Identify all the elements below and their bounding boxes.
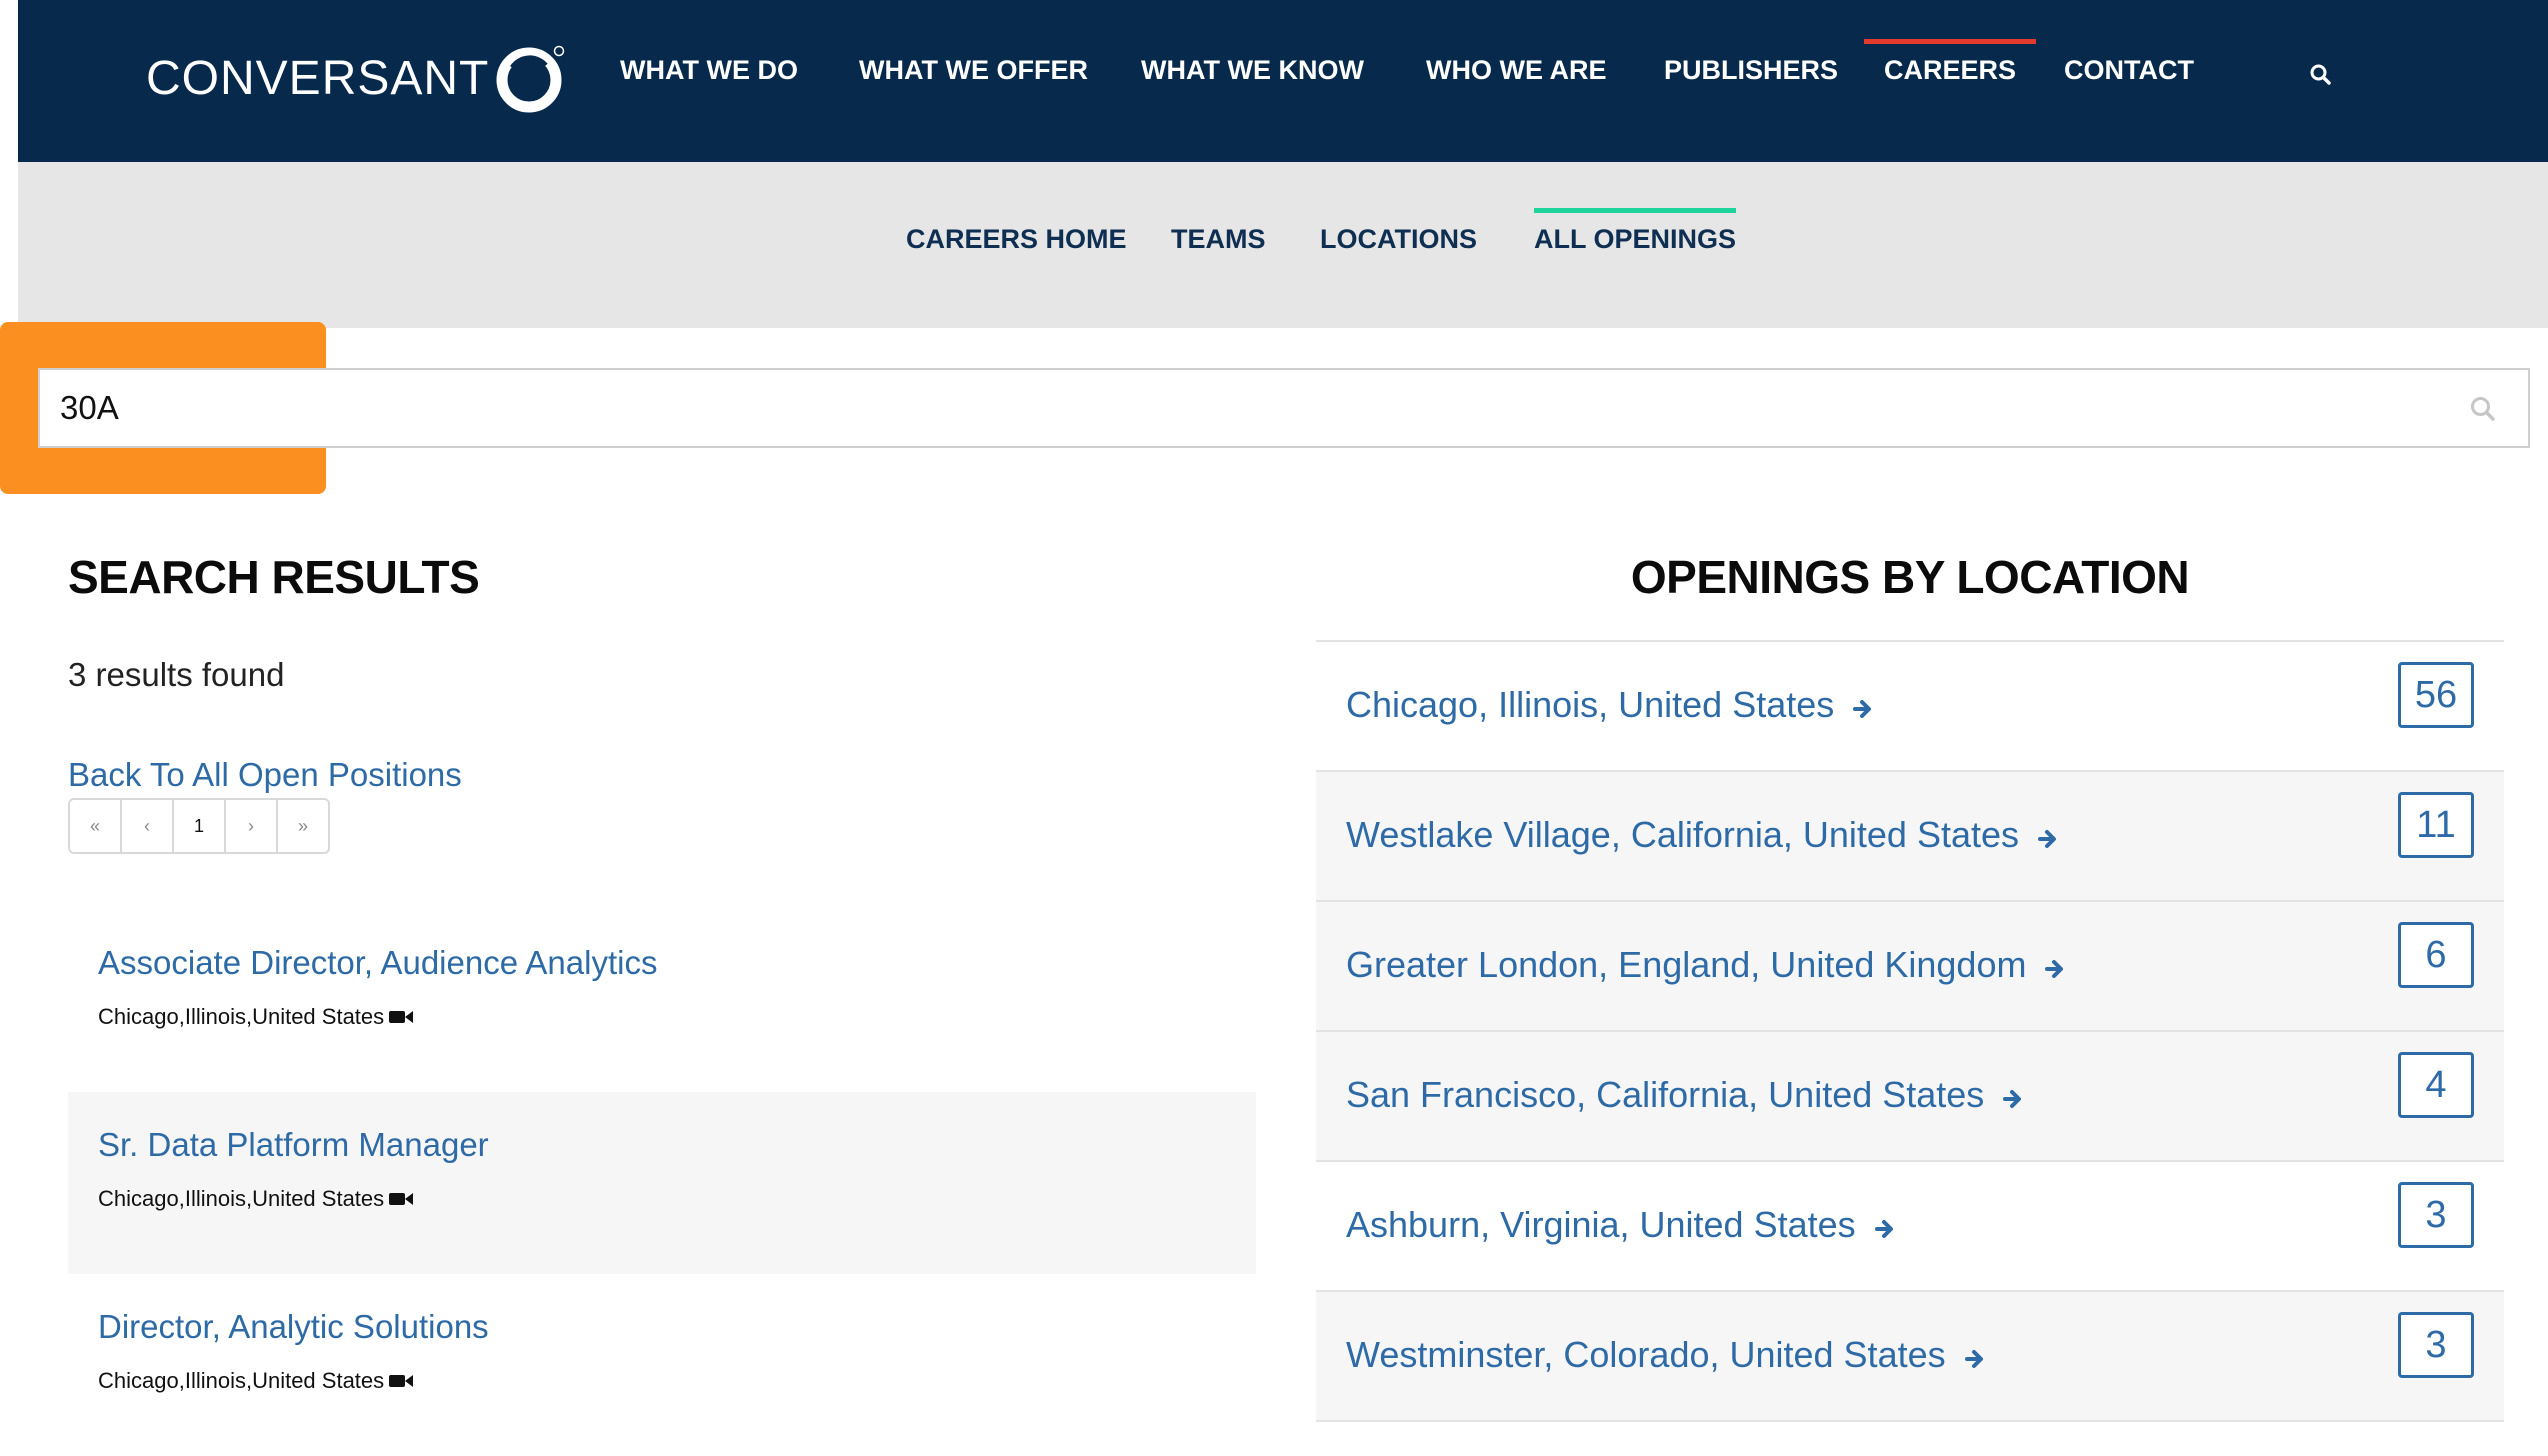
arrow-right-icon: [2045, 960, 2064, 978]
job-location: Chicago,Illinois,United States: [98, 1368, 414, 1394]
pagination: « ‹ 1 › »: [68, 798, 330, 854]
video-camera-icon: [389, 1193, 414, 1205]
page: CONVERSANT WHAT WE DO WHAT WE OFFER WHAT…: [0, 0, 2548, 1422]
job-location-text: Chicago,Illinois,United States: [98, 1004, 385, 1029]
job-listing: Director, Analytic Solutions Chicago,Ill…: [68, 1274, 1256, 1456]
pager-last-button[interactable]: »: [278, 800, 328, 852]
careers-sub-navigation: CAREERS HOME TEAMS LOCATIONS ALL OPENING…: [18, 162, 2548, 328]
search-input[interactable]: [40, 370, 2460, 446]
arrow-right-icon: [1853, 700, 1872, 718]
job-title-link[interactable]: Sr. Data Platform Manager: [98, 1126, 489, 1164]
location-count-badge: 4: [2398, 1052, 2474, 1118]
search-results-heading: SEARCH RESULTS: [68, 551, 480, 603]
location-list: Chicago, Illinois, United States 56 West…: [1316, 640, 2504, 1422]
pager-prev-button[interactable]: ‹: [122, 800, 174, 852]
job-location: Chicago,Illinois,United States: [98, 1004, 414, 1030]
openings-by-location-heading: OPENINGS BY LOCATION: [1630, 551, 2190, 603]
nav-item-careers[interactable]: CAREERS: [1863, 39, 2037, 86]
job-listing: Sr. Data Platform Manager Chicago,Illino…: [68, 1092, 1256, 1274]
search-box: [38, 368, 2530, 448]
location-link[interactable]: Greater London, England, United Kingdom: [1346, 944, 2066, 986]
nav-item-publishers[interactable]: PUBLISHERS: [1664, 55, 1838, 86]
location-name: Greater London, England, United Kingdom: [1346, 944, 2027, 985]
job-title-link[interactable]: Associate Director, Audience Analytics: [98, 944, 657, 982]
location-link[interactable]: Westlake Village, California, United Sta…: [1346, 814, 2059, 856]
top-navigation-bar: CONVERSANT WHAT WE DO WHAT WE OFFER WHAT…: [18, 0, 2548, 162]
pager-first-button[interactable]: «: [70, 800, 122, 852]
pager-page-button[interactable]: 1: [174, 800, 226, 852]
location-row[interactable]: Westlake Village, California, United Sta…: [1316, 772, 2504, 902]
location-name: Westlake Village, California, United Sta…: [1346, 814, 2020, 855]
nav-item-contact[interactable]: CONTACT: [2064, 55, 2194, 86]
location-name: San Francisco, California, United States: [1346, 1074, 1985, 1115]
location-row[interactable]: Greater London, England, United Kingdom …: [1316, 902, 2504, 1032]
main-menu: WHAT WE DO WHAT WE OFFER WHAT WE KNOW WH…: [18, 0, 2548, 162]
nav-item-what-we-offer[interactable]: WHAT WE OFFER: [859, 55, 1088, 86]
location-row[interactable]: Westminster, Colorado, United States 3: [1316, 1292, 2504, 1422]
nav-item-who-we-are[interactable]: WHO WE ARE: [1426, 55, 1606, 86]
search-icon[interactable]: [2308, 62, 2334, 88]
subnav-all-openings[interactable]: ALL OPENINGS: [1534, 208, 1737, 255]
subnav-locations[interactable]: LOCATIONS: [1320, 224, 1477, 255]
job-listing: Associate Director, Audience Analytics C…: [68, 910, 1256, 1092]
pager-next-button[interactable]: ›: [226, 800, 278, 852]
location-link[interactable]: Chicago, Illinois, United States: [1346, 684, 1874, 726]
arrow-right-icon: [2003, 1090, 2022, 1108]
location-count-badge: 3: [2398, 1182, 2474, 1248]
video-camera-icon: [389, 1375, 414, 1387]
location-name: Westminster, Colorado, United States: [1346, 1334, 1946, 1375]
job-location: Chicago,Illinois,United States: [98, 1186, 414, 1212]
nav-item-what-we-know[interactable]: WHAT WE KNOW: [1141, 55, 1364, 86]
video-camera-icon: [389, 1011, 414, 1023]
location-name: Ashburn, Virginia, United States: [1346, 1204, 1856, 1245]
location-row[interactable]: Chicago, Illinois, United States 56: [1316, 642, 2504, 772]
location-row[interactable]: San Francisco, California, United States…: [1316, 1032, 2504, 1162]
location-row[interactable]: Ashburn, Virginia, United States 3: [1316, 1162, 2504, 1292]
subnav-careers-home[interactable]: CAREERS HOME: [906, 224, 1127, 255]
location-link[interactable]: Westminster, Colorado, United States: [1346, 1334, 1986, 1376]
subnav-teams[interactable]: TEAMS: [1171, 224, 1266, 255]
location-name: Chicago, Illinois, United States: [1346, 684, 1835, 725]
location-count-badge: 6: [2398, 922, 2474, 988]
arrow-right-icon: [1964, 1350, 1983, 1368]
arrow-right-icon: [1874, 1220, 1893, 1238]
location-link[interactable]: Ashburn, Virginia, United States: [1346, 1204, 1896, 1246]
location-link[interactable]: San Francisco, California, United States: [1346, 1074, 2024, 1116]
nav-item-what-we-do[interactable]: WHAT WE DO: [620, 55, 798, 86]
location-count-badge: 56: [2398, 662, 2474, 728]
search-icon[interactable]: [2468, 394, 2498, 424]
location-count-badge: 11: [2398, 792, 2474, 858]
arrow-right-icon: [2038, 830, 2057, 848]
job-location-text: Chicago,Illinois,United States: [98, 1186, 385, 1211]
location-count-badge: 3: [2398, 1312, 2474, 1378]
results-count: 3 results found: [68, 656, 285, 693]
job-location-text: Chicago,Illinois,United States: [98, 1368, 385, 1393]
back-to-all-positions-link[interactable]: Back To All Open Positions: [68, 756, 462, 794]
job-title-link[interactable]: Director, Analytic Solutions: [98, 1308, 489, 1346]
